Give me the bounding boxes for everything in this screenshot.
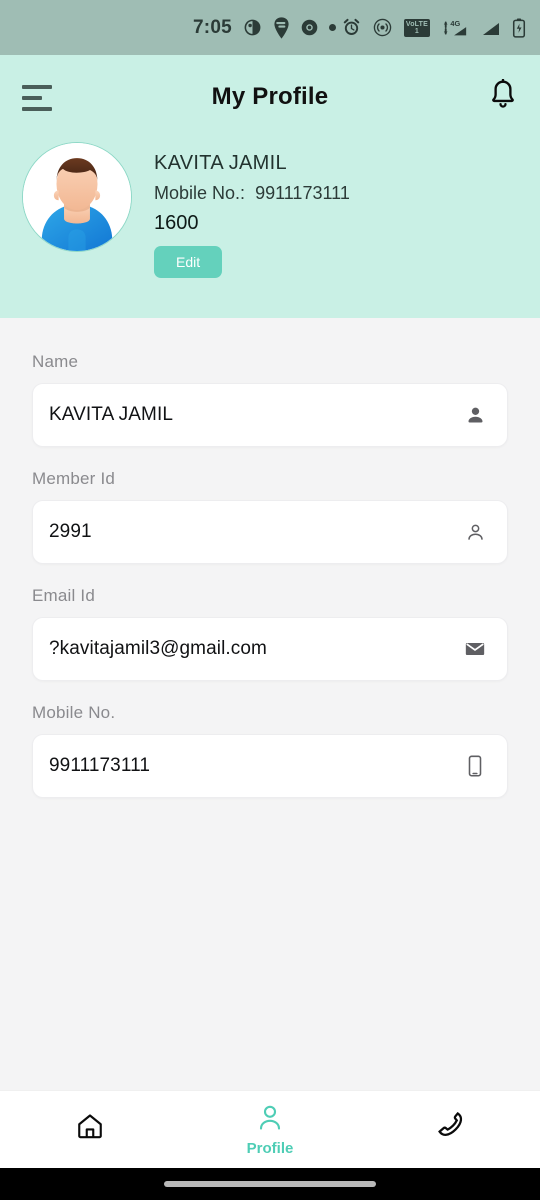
system-gesture-bar [0,1168,540,1200]
home-icon [75,1111,105,1146]
signal-icon [480,19,500,37]
name-input[interactable]: KAVITA JAMIL [49,404,461,426]
profile-info: KAVITA JAMIL Mobile No.: 9911173111 1600… [154,142,350,278]
email-input[interactable]: ?kavitajamil3@gmail.com [49,638,461,660]
envelope-icon [461,638,489,660]
person-icon [255,1103,285,1138]
volte-sim-label: 1 [414,27,419,35]
field-box-name[interactable]: KAVITA JAMIL [32,383,508,447]
person-outline-icon [461,522,489,543]
field-name: Name KAVITA JAMIL [32,352,508,447]
status-bar-clock: 7:05 [193,16,232,38]
status-bar: 7:05 VoLTE 1 4G [0,0,540,55]
bell-icon[interactable] [488,78,518,116]
field-box-member-id[interactable]: 2991 [32,500,508,564]
swiggy-pin-icon [273,16,290,39]
mobile-input[interactable]: 9911173111 [49,755,461,777]
nav-label-profile: Profile [246,1139,294,1157]
profile-points: 1600 [154,212,199,234]
field-label-name: Name [32,352,79,371]
profile-mobile-value: 9911173111 [255,183,350,203]
gesture-pill[interactable] [164,1181,376,1187]
svg-text:4G: 4G [450,19,460,28]
person-filled-icon [461,405,489,426]
phone-call-icon [434,1110,466,1147]
status-bar-right: VoLTE 1 4G [342,18,526,38]
avatar[interactable] [22,142,132,252]
header-toolbar: My Profile [0,55,540,140]
field-member-id: Member Id 2991 [32,469,508,564]
dot-icon [328,24,336,31]
smartphone-icon [461,755,489,777]
hamburger-menu-icon[interactable] [22,84,54,111]
battery-icon [512,18,526,38]
status-bar-left: 7:05 [14,17,342,39]
hamburger-line-middle [22,95,42,100]
hamburger-line-bottom [22,106,52,111]
volte-icon: VoLTE 1 [403,18,430,37]
field-email: Email Id ?kavitajamil3@gmail.com [32,586,508,681]
field-label-member-id: Member Id [32,469,116,488]
hotspot-icon [373,18,392,37]
member-id-input[interactable]: 2991 [49,521,461,543]
field-box-mobile[interactable]: 9911173111 [32,734,508,798]
profile-mobile-label: Mobile No.: [154,183,246,203]
nav-item-profile[interactable]: Profile [215,1103,325,1157]
chrome-icon [301,19,318,36]
field-label-mobile: Mobile No. [32,703,116,722]
profile-name: KAVITA JAMIL [154,152,287,174]
alarm-clock-icon [342,18,361,37]
edit-button[interactable]: Edit [154,246,223,278]
hamburger-line-top [22,84,52,89]
signal-4g-icon: 4G [442,18,468,38]
page-header: My Profile KAVITA JAMIL Mobile No.: 9911… [0,55,540,318]
app-screen: 7:05 VoLTE 1 4G My Profile KAVITA JAMIL … [0,0,540,1200]
field-box-email[interactable]: ?kavitajamil3@gmail.com [32,617,508,681]
contrast-circle-icon [243,18,262,37]
profile-summary: KAVITA JAMIL Mobile No.: 9911173111 1600… [0,142,540,278]
profile-mobile: Mobile No.: 9911173111 [154,178,350,208]
page-title: My Profile [211,83,329,110]
profile-form: Name KAVITA JAMIL Member Id 2991 Email I… [0,318,540,1090]
field-label-email: Email Id [32,586,96,605]
bottom-navigation: Profile [0,1090,540,1168]
volte-top-label: VoLTE [405,20,428,28]
nav-item-home[interactable] [35,1111,145,1148]
field-mobile: Mobile No. 9911173111 [32,703,508,798]
nav-item-call[interactable] [395,1110,505,1149]
